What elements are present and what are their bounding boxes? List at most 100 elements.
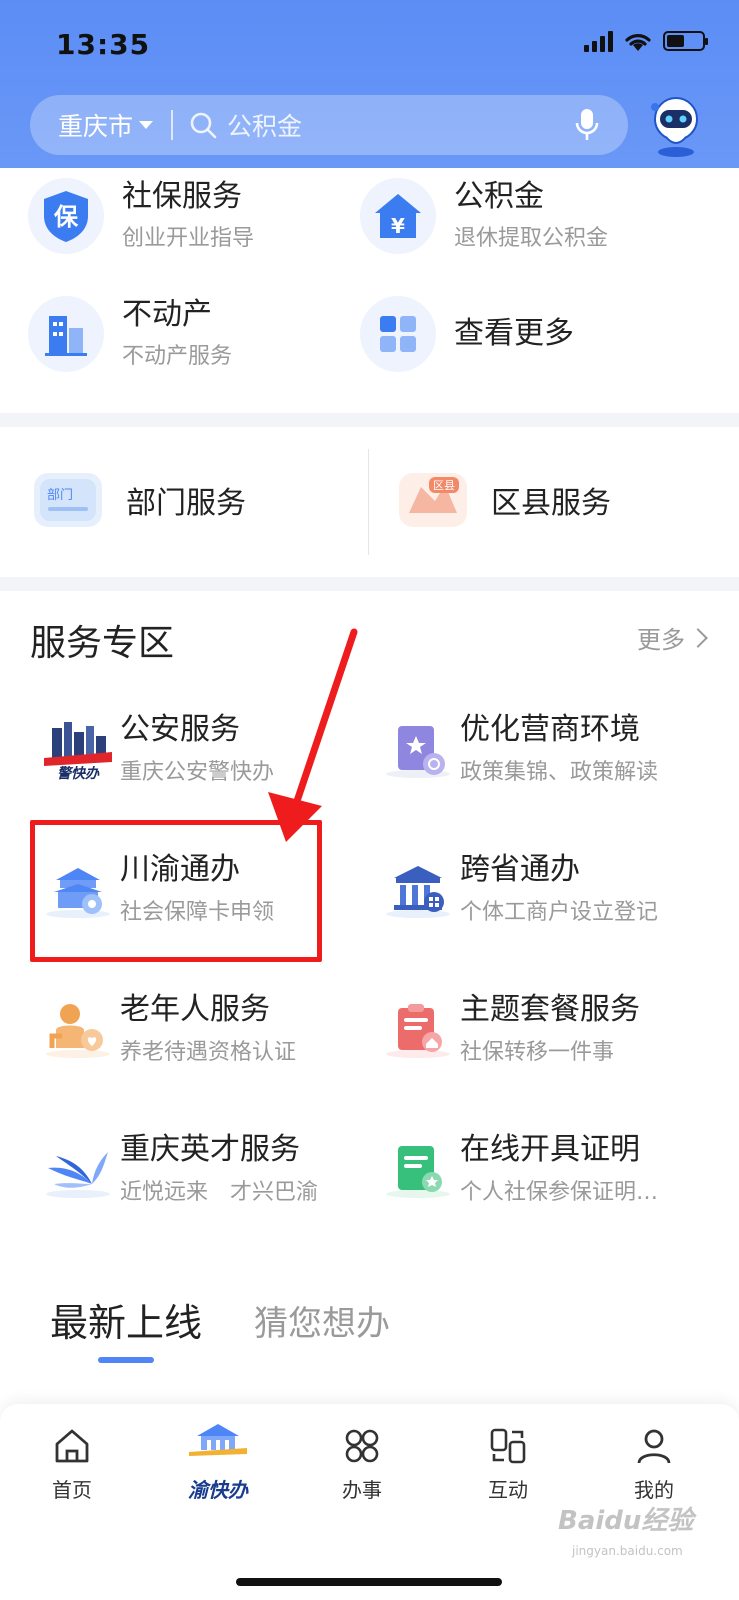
zone-item-title: 主题套餐服务	[460, 992, 640, 1027]
zone-item-business[interactable]: 优化营商环境 政策集锦、政策解读	[382, 712, 658, 786]
tab-latest[interactable]: 最新上线	[50, 1292, 202, 1347]
nav-banshi[interactable]: 办事	[312, 1426, 412, 1503]
tab-guess[interactable]: 猜您想办	[254, 1296, 390, 1345]
app-header: 13:35 重庆市 公积金	[0, 0, 739, 168]
service-gongjijin[interactable]: ¥ 公积金 退休提取公积金	[360, 178, 608, 254]
police-skyline-icon: 警快办	[44, 722, 112, 780]
county-map-icon: 区县	[399, 473, 467, 527]
zone-item-subtitle: 个体工商户设立登记	[460, 900, 659, 925]
status-time: 13:35	[56, 28, 151, 61]
county-service-button[interactable]: 区县 区县服务	[395, 467, 611, 533]
chevron-right-icon	[688, 627, 708, 648]
service-shebao[interactable]: 保 社保服务 创业开业指导	[28, 178, 254, 254]
signal-icon	[584, 30, 613, 52]
nav-yukuaiban[interactable]: 渝快办	[168, 1418, 268, 1503]
section-separator	[0, 413, 739, 427]
home-icon	[55, 1429, 89, 1463]
nav-mine[interactable]: 我的	[604, 1426, 704, 1503]
nav-label: 互动	[488, 1478, 528, 1502]
assistant-robot-icon[interactable]	[643, 93, 709, 159]
dept-service-button[interactable]: 部门 部门服务	[30, 467, 246, 533]
zone-item-talent[interactable]: 重庆英才服务 近悦远来 才兴巴渝	[42, 1132, 318, 1206]
watermark: Baidu经验	[558, 1506, 694, 1536]
clover-grid-icon	[345, 1429, 379, 1463]
search-input[interactable]: 公积金	[227, 107, 574, 143]
watermark-sub: jingyan.baidu.com	[572, 1544, 683, 1558]
wifi-icon	[625, 34, 651, 51]
swallow-bird-icon	[46, 1152, 110, 1198]
building-icon	[28, 296, 104, 372]
zone-item-subtitle: 重庆公安警快办	[120, 760, 275, 785]
highlight-box	[30, 820, 322, 962]
zone-item-kuasheng[interactable]: 跨省通办 个体工商户设立登记	[382, 852, 658, 926]
zone-item-title: 重庆英才服务	[120, 1132, 300, 1167]
clipboard-icon	[386, 1004, 450, 1058]
dropdown-caret-icon	[139, 121, 154, 129]
status-icons	[584, 30, 708, 52]
city-label: 重庆市	[58, 112, 134, 141]
zone-item-theme-package[interactable]: 主题套餐服务 社保转移一件事	[382, 992, 640, 1066]
dept-badge-text: 部门	[47, 488, 73, 503]
county-service-label: 区县服务	[491, 486, 611, 521]
yukuaiban-logo-icon	[189, 1424, 247, 1456]
zone-item-title: 跨省通办	[460, 852, 580, 887]
elderly-person-icon	[46, 1004, 110, 1058]
service-budongchan[interactable]: 不动产 不动产服务	[28, 296, 232, 372]
search-divider	[171, 110, 174, 140]
nav-label: 办事	[342, 1478, 382, 1502]
service-more[interactable]: 查看更多	[360, 296, 574, 372]
city-selector[interactable]: 重庆市	[58, 107, 154, 143]
svg-text:¥: ¥	[391, 214, 405, 238]
service-title: 查看更多	[454, 316, 574, 351]
top-services-card: 保 社保服务 创业开业指导 ¥ 公积金 退休提取公积金 不动产 不动产服务 查看…	[0, 168, 739, 413]
zone-item-elderly[interactable]: 老年人服务 养老待遇资格认证	[42, 992, 296, 1066]
nav-label: 我的	[634, 1478, 674, 1502]
certificate-document-icon	[386, 1146, 450, 1198]
zone-item-title: 在线开具证明	[460, 1132, 640, 1167]
nav-home[interactable]: 首页	[22, 1426, 122, 1503]
zone-item-subtitle: 个人社保参保证明…	[460, 1180, 659, 1205]
service-subtitle: 不动产服务	[122, 344, 233, 369]
zone-item-title: 老年人服务	[120, 992, 270, 1027]
department-card-icon: 部门	[34, 473, 102, 527]
nav-hudong[interactable]: 互动	[458, 1426, 558, 1503]
search-bar[interactable]: 重庆市 公积金	[30, 95, 628, 155]
divider	[368, 449, 369, 555]
microphone-icon[interactable]	[574, 107, 600, 143]
nav-label: 首页	[52, 1478, 92, 1502]
shield-bao-icon: 保	[28, 178, 104, 254]
battery-icon	[663, 31, 708, 51]
service-subtitle: 退休提取公积金	[454, 226, 609, 251]
zone-item-police[interactable]: 警快办 公安服务 重庆公安警快办	[42, 712, 274, 786]
exchange-icon	[490, 1428, 526, 1464]
house-yen-icon: ¥	[360, 178, 436, 254]
business-document-icon	[386, 726, 450, 778]
home-indicator[interactable]	[236, 1578, 502, 1586]
svg-text:保: 保	[53, 203, 79, 231]
section-separator	[0, 577, 739, 591]
police-badge-text: 警快办	[57, 765, 100, 780]
search-icon	[190, 112, 217, 139]
zone-item-subtitle: 近悦远来 才兴巴渝	[120, 1180, 319, 1205]
county-badge-text: 区县	[433, 479, 455, 492]
zone-item-certificate[interactable]: 在线开具证明 个人社保参保证明…	[382, 1132, 658, 1206]
service-subtitle: 创业开业指导	[122, 226, 255, 251]
zone-item-subtitle: 政策集锦、政策解读	[460, 760, 659, 785]
service-title: 不动产	[122, 297, 212, 332]
dept-service-label: 部门服务	[126, 486, 246, 521]
service-title: 公积金	[454, 179, 544, 214]
dept-services-row: 部门 部门服务 区县 区县服务	[0, 427, 739, 577]
government-building-icon	[386, 866, 450, 918]
nav-label: 渝快办	[188, 1478, 248, 1502]
service-title: 社保服务	[122, 179, 242, 214]
zone-item-subtitle: 社保转移一件事	[460, 1040, 615, 1065]
zone-item-subtitle: 养老待遇资格认证	[120, 1040, 297, 1065]
service-zone-title: 服务专区	[30, 623, 175, 664]
service-zone-more-link[interactable]: 更多	[637, 620, 708, 655]
user-icon	[637, 1429, 671, 1464]
active-tab-indicator	[98, 1357, 154, 1363]
zone-item-title: 优化营商环境	[460, 712, 640, 747]
grid-icon	[360, 296, 436, 372]
more-label: 更多	[637, 626, 685, 654]
zone-item-title: 公安服务	[120, 712, 240, 747]
